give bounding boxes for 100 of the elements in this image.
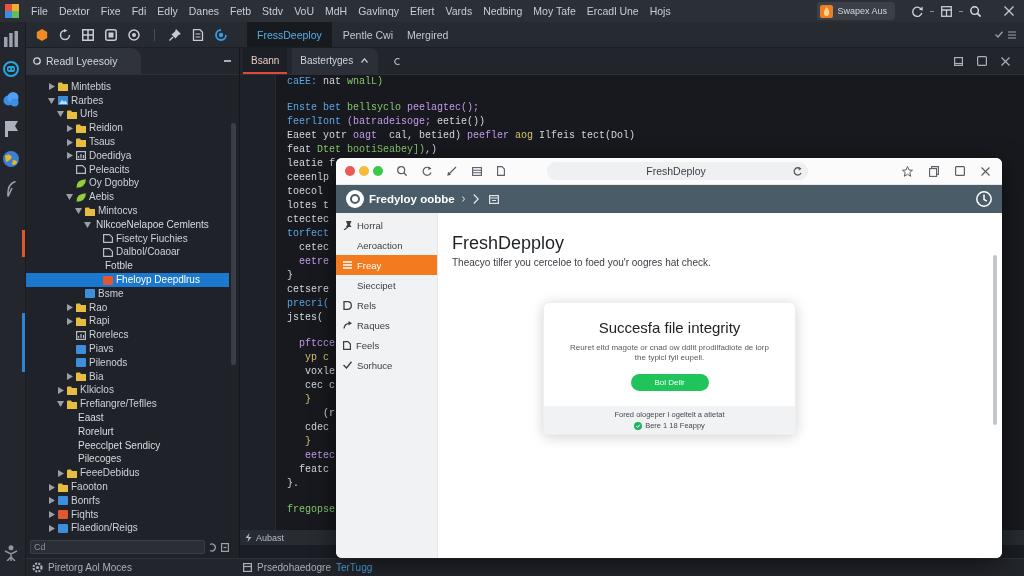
bot-icon[interactable] [3, 61, 19, 77]
caret-down-icon[interactable] [84, 221, 91, 228]
menu-item[interactable]: Fdi [131, 4, 147, 18]
caret-right-icon[interactable] [48, 483, 55, 491]
check-icon[interactable] [995, 31, 1003, 38]
nav-item[interactable]: Rels [336, 295, 382, 315]
tree-item[interactable]: Piavs [66, 342, 114, 356]
tree-item[interactable]: Bonrfs [48, 493, 100, 508]
arc-icon[interactable] [209, 542, 217, 552]
nav-item[interactable]: Sieccipet [336, 275, 402, 295]
scrollbar-thumb[interactable] [993, 255, 997, 425]
menu-item[interactable]: Moy Tafe [533, 4, 576, 18]
tree-item[interactable]: NlkcoeNelapoe Cemlents [84, 217, 209, 232]
tree-item[interactable]: Rarbes [48, 93, 104, 108]
caret-right-icon[interactable] [48, 511, 55, 519]
menu-item[interactable]: Dextor [58, 4, 90, 18]
square-icon[interactable] [954, 56, 963, 66]
grid-icon[interactable] [82, 28, 94, 41]
menu-item[interactable]: Danes [188, 4, 220, 18]
menu-item[interactable]: Vards [445, 4, 473, 18]
nav-item[interactable]: Feels [336, 335, 386, 355]
tree-item[interactable]: Fiqhts [48, 507, 99, 522]
menu-item[interactable]: VoU [294, 4, 314, 18]
caret-right-icon[interactable] [66, 373, 73, 381]
caret-right-icon[interactable] [57, 386, 64, 394]
clock-icon[interactable] [976, 191, 992, 207]
tree-item[interactable]: Bsme [75, 286, 124, 301]
feather-icon[interactable] [6, 181, 16, 197]
tree-item[interactable]: Faooton [48, 480, 108, 494]
maximize-icon[interactable] [977, 56, 987, 66]
filter-field[interactable]: Cd [30, 540, 205, 554]
menu-item[interactable]: Ercadl Une [586, 4, 639, 18]
search-icon[interactable] [397, 166, 407, 176]
chevron-right-icon[interactable] [461, 196, 465, 202]
person-icon[interactable] [4, 545, 18, 561]
search-icon[interactable] [970, 5, 981, 17]
nav-item[interactable]: Horral [336, 215, 389, 235]
layout-icon[interactable] [941, 5, 952, 17]
tree-item[interactable]: Pilecoges [66, 452, 122, 467]
tree-item[interactable]: Fisetcy Fiuchies [93, 231, 188, 246]
swirl-icon[interactable] [215, 28, 227, 41]
caret-down-icon[interactable] [57, 111, 64, 118]
diagonal-arrow-icon[interactable] [447, 166, 457, 176]
refresh-icon[interactable] [422, 166, 432, 176]
tree-item[interactable]: Urls [57, 107, 98, 122]
tree-item[interactable]: Doedidya [66, 149, 132, 163]
maximize-icon[interactable] [955, 166, 965, 176]
gear-icon[interactable] [32, 562, 43, 573]
globe-icon[interactable] [3, 151, 19, 167]
tree-item[interactable]: FeeeDebidus [57, 466, 140, 481]
tree-item[interactable]: Klkiclos [57, 383, 114, 398]
window-icon[interactable] [488, 194, 499, 204]
tree-item[interactable]: Rorelurt [66, 424, 114, 439]
address-field[interactable]: FreshDeploy [547, 162, 808, 180]
caret-up-icon[interactable] [361, 57, 369, 63]
caret-right-icon[interactable] [66, 304, 73, 312]
caret-right-icon[interactable] [66, 138, 73, 146]
menu-item[interactable]: Fetb [230, 4, 252, 18]
status-link[interactable]: TerTugg [335, 562, 373, 573]
tree-item[interactable]: Frefiangre/Teflles [57, 397, 157, 412]
menu-item[interactable]: MdH [325, 4, 348, 18]
copy-icon[interactable] [929, 165, 939, 177]
caret-down-icon[interactable] [66, 194, 73, 201]
list-icon[interactable] [472, 166, 482, 176]
close-icon[interactable] [981, 166, 990, 176]
tree-item[interactable]: Rorelecs [66, 328, 129, 343]
caret-down-icon[interactable] [75, 208, 82, 215]
cloud-icon[interactable] [3, 91, 19, 107]
arc-icon[interactable] [394, 57, 401, 65]
tree-item[interactable]: Bia [66, 369, 104, 384]
sync-icon[interactable] [912, 5, 923, 17]
editor-tab[interactable]: Bastertyges [292, 48, 379, 74]
caret-right-icon[interactable] [66, 317, 73, 325]
tree-item[interactable]: Reidion [66, 121, 123, 136]
tree-item[interactable]: Dalbol/Coaoar [93, 245, 180, 260]
menu-item[interactable]: Fixe [100, 4, 121, 18]
caret-right-icon[interactable] [66, 152, 73, 160]
explorer-tab[interactable]: Readl Lyeesoiy [26, 48, 142, 74]
menu-item[interactable]: File [31, 4, 48, 18]
tree-item[interactable]: Oy Dgobby [66, 176, 140, 191]
tree-item[interactable]: Mintebtis [48, 80, 111, 94]
tree-item[interactable]: Mintocvs [75, 204, 138, 218]
nav-item[interactable]: Aeroaction [336, 235, 409, 255]
scrollbar-thumb[interactable] [231, 123, 236, 365]
tree-item[interactable]: Tsaus [66, 135, 116, 149]
frame-icon[interactable] [105, 28, 117, 41]
caret-down-icon[interactable] [48, 97, 55, 104]
caret-down-icon[interactable] [57, 401, 64, 408]
menu-item[interactable]: Stdv [262, 4, 284, 18]
toolbar-tab[interactable]: Mergired [400, 22, 456, 47]
document-icon[interactable] [192, 28, 204, 41]
ring-icon[interactable] [128, 28, 140, 41]
box-icon[interactable] [221, 542, 229, 552]
bar-chart-icon[interactable] [3, 31, 19, 47]
pin-icon[interactable] [169, 28, 181, 41]
menu-item[interactable]: Nedbing [483, 4, 523, 18]
nav-item[interactable]: Raques [336, 315, 396, 335]
caret-right-icon[interactable] [57, 469, 64, 477]
star-icon[interactable] [902, 165, 913, 177]
caret-right-icon[interactable] [48, 497, 55, 505]
